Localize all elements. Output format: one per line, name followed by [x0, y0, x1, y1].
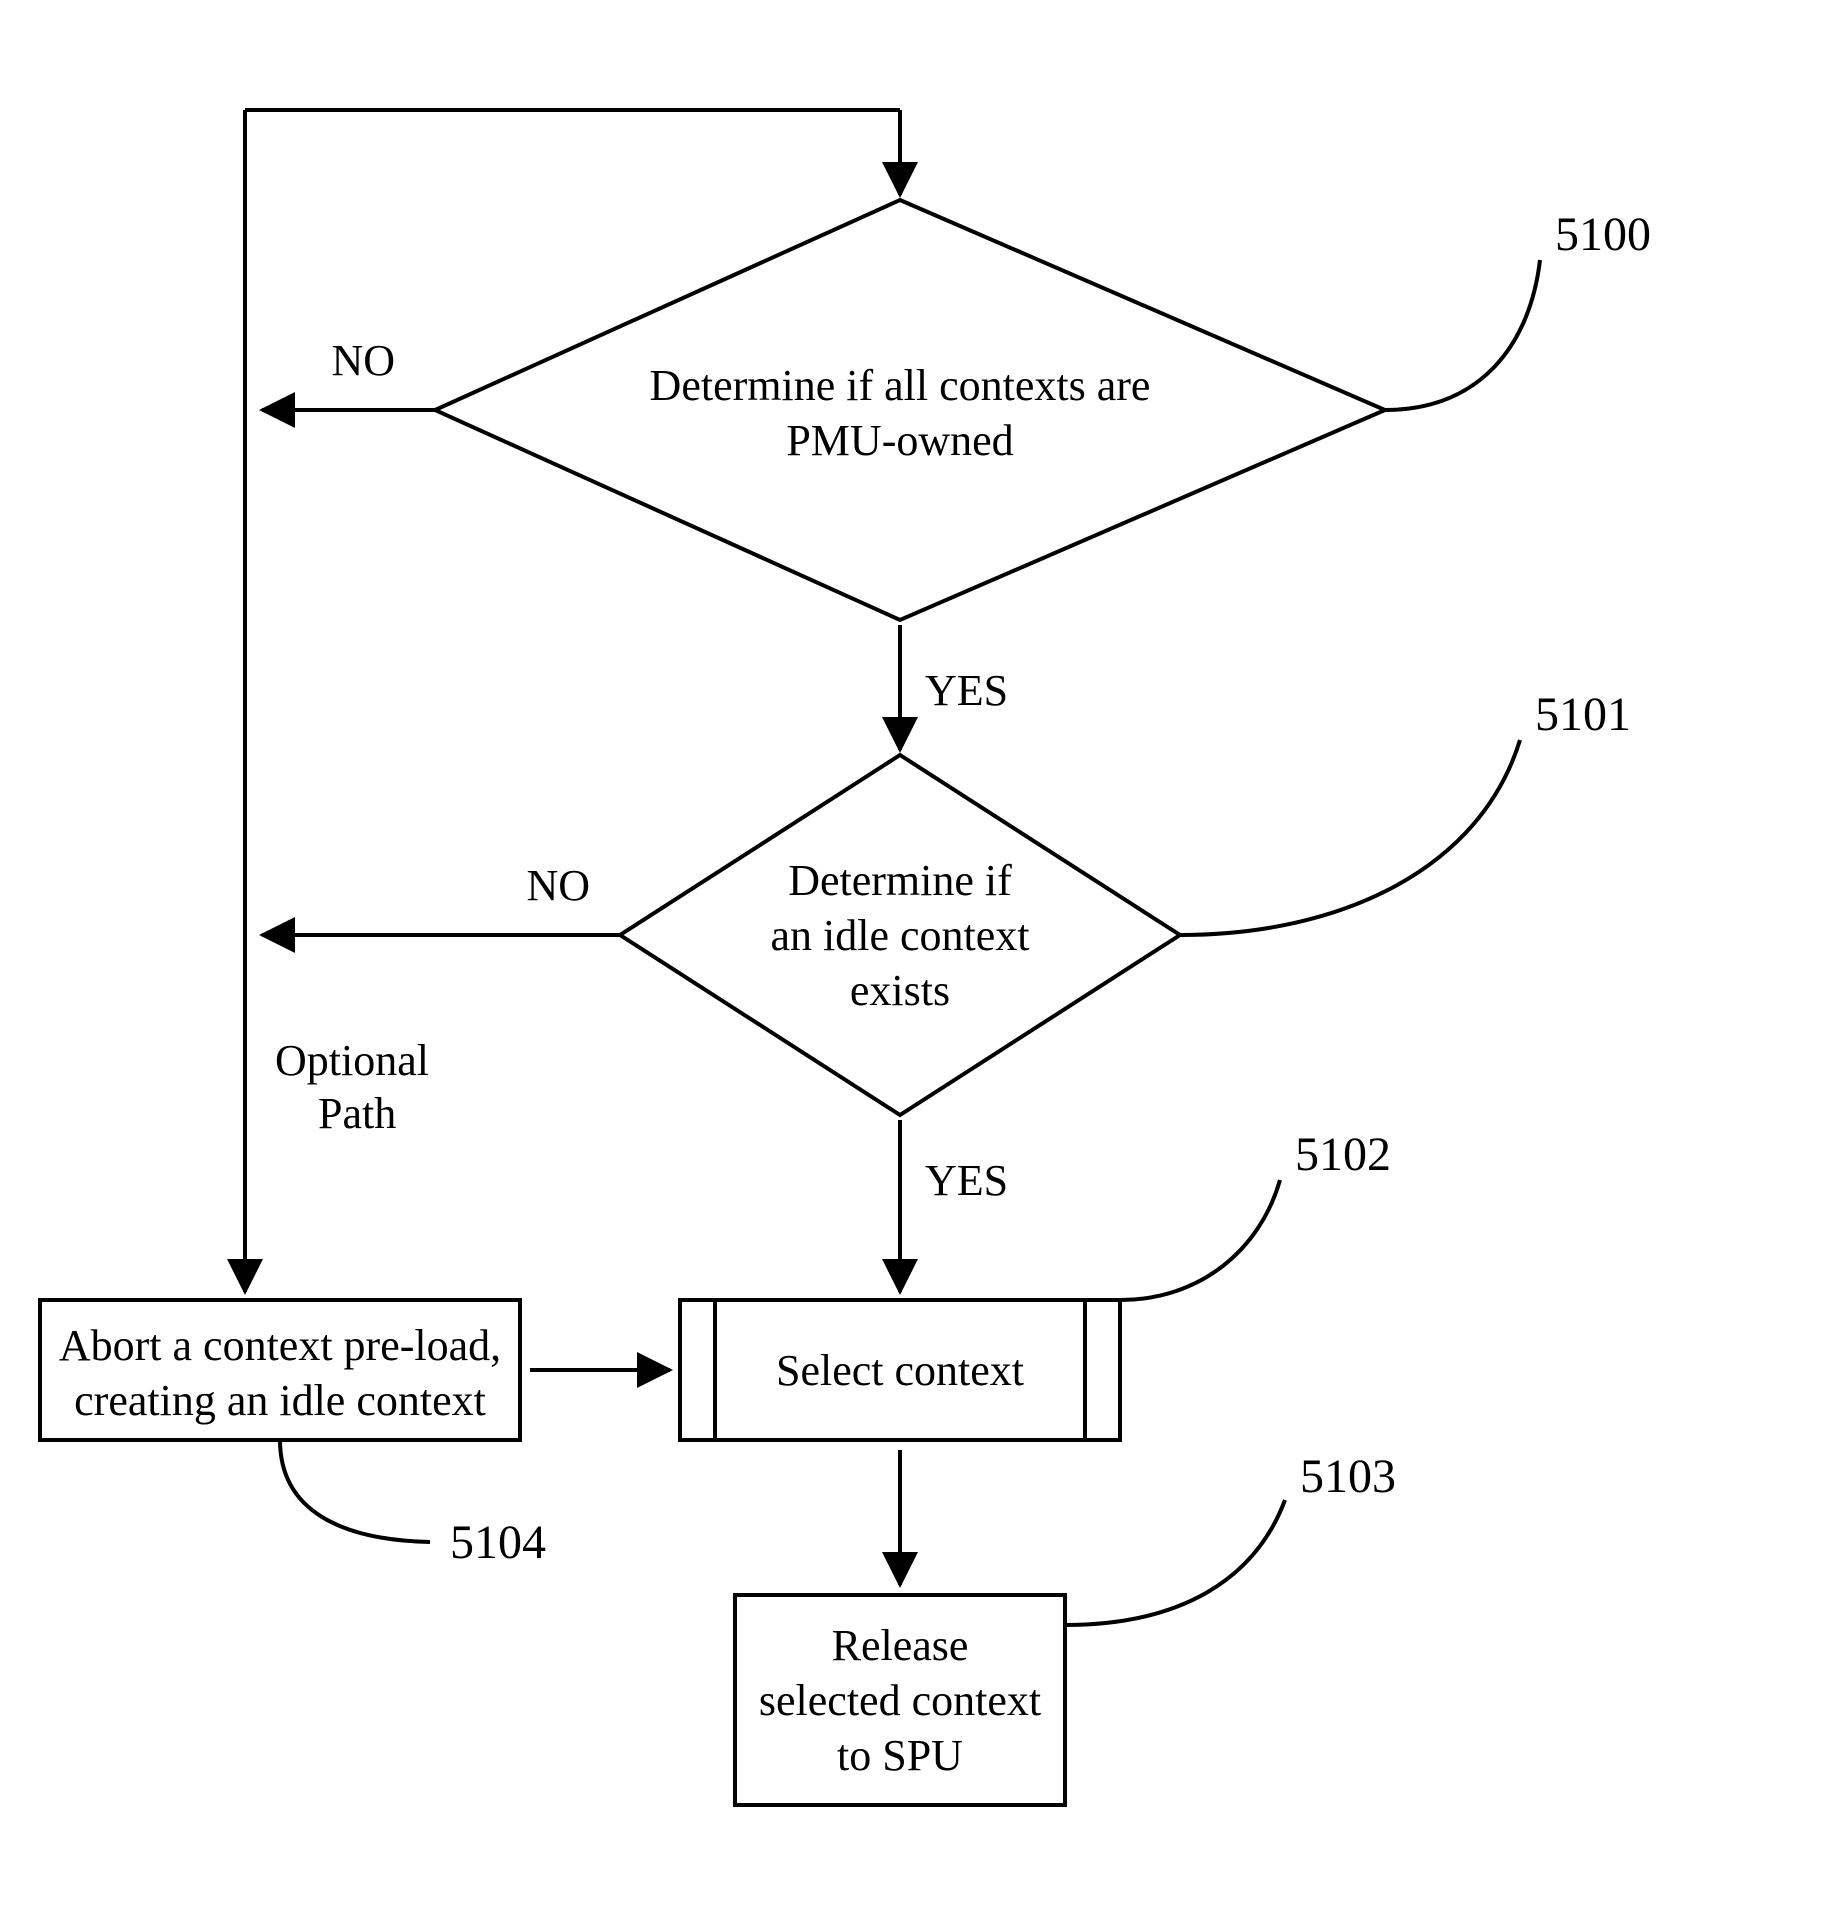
decision-5101-line3: exists: [850, 966, 950, 1015]
decision-5100-line2: PMU-owned: [786, 416, 1013, 465]
decision-5100: Determine if all contexts are PMU-owned: [435, 200, 1385, 620]
process-5104: Abort a context pre-load, creating an id…: [40, 1300, 520, 1440]
process-5102: Select context: [680, 1300, 1120, 1440]
decision-5101-line1: Determine if: [788, 856, 1012, 905]
ref-5104: 5104: [450, 1516, 546, 1569]
decision-5101-line2: an idle context: [770, 911, 1029, 960]
edge-label-yes-5101: YES: [925, 1156, 1008, 1205]
process-5103-line3: to SPU: [837, 1731, 963, 1780]
ref-5103: 5103: [1300, 1450, 1396, 1503]
process-5102-line1: Select context: [776, 1346, 1024, 1395]
flowchart-diagram: NO YES NO Optional Path YES Determine if…: [0, 0, 1825, 1906]
process-5103: Release selected context to SPU: [735, 1595, 1065, 1805]
process-5103-line1: Release: [832, 1621, 969, 1670]
ref-5100: 5100: [1555, 208, 1651, 261]
decision-5100-line1: Determine if all contexts are: [650, 361, 1151, 410]
edge-label-yes-5100: YES: [925, 666, 1008, 715]
process-5104-line2: creating an idle context: [74, 1376, 486, 1425]
ref-5102: 5102: [1295, 1128, 1391, 1181]
ref-5101: 5101: [1535, 688, 1631, 741]
decision-5101: Determine if an idle context exists: [620, 755, 1180, 1115]
edge-label-optional-line2: Path: [318, 1089, 396, 1138]
process-5103-line2: selected context: [759, 1676, 1041, 1725]
edge-label-optional-line1: Optional: [275, 1036, 429, 1085]
edge-label-no-5101: NO: [526, 861, 590, 910]
edge-label-no-5100: NO: [331, 336, 395, 385]
process-5104-line1: Abort a context pre-load,: [59, 1321, 501, 1370]
